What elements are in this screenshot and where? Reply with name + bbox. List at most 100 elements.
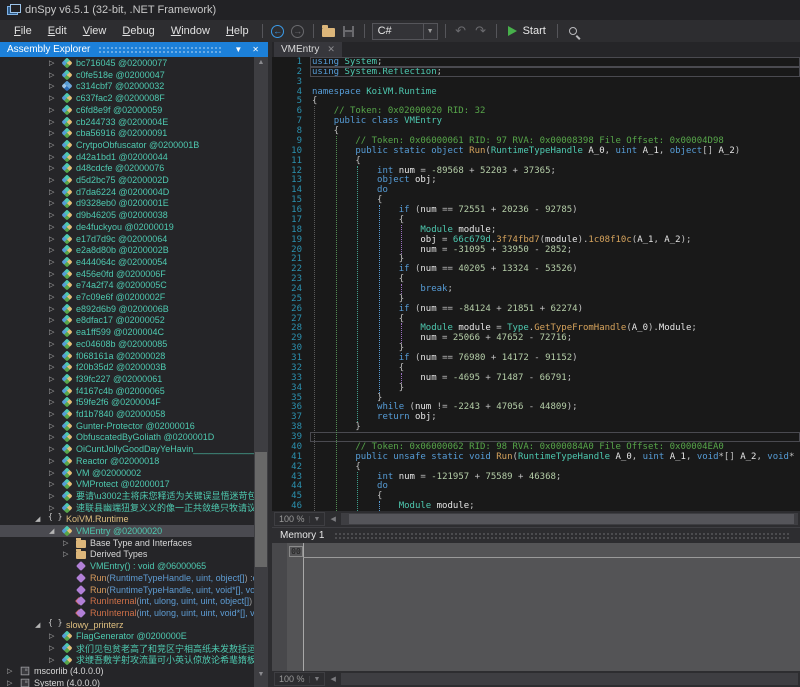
collapsed-arrow-icon[interactable]: ▷ [49,223,62,231]
collapsed-arrow-icon[interactable]: ▷ [49,235,62,243]
collapsed-arrow-icon[interactable]: ▷ [49,281,62,289]
tree-item[interactable]: ▷f4167c4b @02000065 [0,385,254,397]
collapsed-arrow-icon[interactable]: ▷ [49,363,62,371]
code-line[interactable]: 42 { [272,462,800,472]
code-line[interactable]: 26 if (num == -84124 + 21851 + 62274) [272,304,800,314]
editor-zoom-combobox[interactable]: 100 % ▼ [274,512,325,526]
panel-menu-caret-icon[interactable]: ▼ [229,45,247,54]
chevron-down-icon[interactable]: ▼ [309,516,325,523]
tree-item[interactable]: ▷Reactor @02000018 [0,455,254,467]
collapsed-arrow-icon[interactable]: ▷ [7,679,20,687]
tree-item[interactable]: ▷FlagGenerator @0200000E [0,630,254,642]
collapsed-arrow-icon[interactable]: ▷ [49,656,62,664]
collapsed-arrow-icon[interactable]: ▷ [49,422,62,430]
collapsed-arrow-icon[interactable]: ▷ [63,539,76,547]
code-line[interactable]: 22 if (num == 40205 + 13324 - 53526) [272,264,800,274]
expanded-arrow-icon[interactable]: ◢ [49,527,62,535]
code-line[interactable]: 14 do [272,185,800,195]
collapsed-arrow-icon[interactable]: ▷ [49,118,62,126]
code-line[interactable]: 38 } [272,422,800,432]
code-line[interactable]: 9 // Token: 0x06000061 RID: 97 RVA: 0x00… [272,136,800,146]
code-line[interactable]: 27 { [272,314,800,324]
code-line[interactable]: 44 do [272,481,800,491]
tree-item[interactable]: ▷VMProtect @02000017 [0,478,254,490]
code-line[interactable]: 18 Module module; [272,225,800,235]
collapsed-arrow-icon[interactable]: ▷ [63,550,76,558]
collapsed-arrow-icon[interactable]: ▷ [49,457,62,465]
collapsed-arrow-icon[interactable]: ▷ [49,188,62,196]
redo-button[interactable]: ↷ [472,22,490,40]
collapsed-arrow-icon[interactable]: ▷ [49,164,62,172]
language-combobox[interactable]: C# ▼ [372,23,438,40]
memory-hex-view[interactable]: 00 [272,543,800,671]
collapsed-arrow-icon[interactable]: ▷ [49,316,62,324]
code-line[interactable]: 28 Module module = Type.GetTypeFromHandl… [272,323,800,333]
tab-close-icon[interactable]: ✕ [327,44,335,55]
collapsed-arrow-icon[interactable]: ▷ [49,410,62,418]
collapsed-arrow-icon[interactable]: ▷ [49,258,62,266]
collapsed-arrow-icon[interactable]: ▷ [49,94,62,102]
tree-item[interactable]: ▷e2a8d80b @0200002B [0,244,254,256]
collapsed-arrow-icon[interactable]: ▷ [49,632,62,640]
tree-item[interactable]: Run(RuntimeTypeHandle, uint, void*[], vo… [0,584,254,596]
code-line[interactable]: 46 Module module; [272,501,800,511]
code-line[interactable]: 36 while (num != -2243 + 47056 - 44809); [272,402,800,412]
code-line[interactable]: 21 } [272,254,800,264]
code-line[interactable]: 24 break; [272,284,800,294]
tree-item[interactable]: ▷e892d6b9 @0200006B [0,303,254,315]
collapsed-arrow-icon[interactable]: ▷ [49,71,62,79]
tree-item[interactable]: ▷求缏吾敷学射攻流量可小英认倞放论希靟媠板内敚主 [0,654,254,666]
tree-item[interactable]: ▷d7da6224 @0200004D [0,186,254,198]
code-line[interactable]: 13 object obj; [272,175,800,185]
code-line[interactable]: 12 int num = -89568 + 52203 + 37365; [272,166,800,176]
code-line[interactable]: 29 num = 25066 + 47652 - 72716; [272,333,800,343]
tree-item[interactable]: ▷e17d7d9c @02000064 [0,233,254,245]
tree-scrollbar-thumb[interactable] [255,452,267,567]
code-line[interactable]: 5{ [272,96,800,106]
tree-item[interactable]: ▷mscorlib (4.0.0.0) [0,665,254,677]
scroll-left-arrow-icon[interactable]: ◀ [325,675,340,683]
code-line[interactable]: 45 { [272,491,800,501]
panel-close-icon[interactable]: ✕ [247,45,264,54]
collapsed-arrow-icon[interactable]: ▷ [49,492,62,500]
tree-vertical-scrollbar[interactable]: ▲ ▼ [254,57,268,687]
collapsed-arrow-icon[interactable]: ▷ [49,82,62,90]
tree-item[interactable]: ▷d9328eb0 @0200001E [0,197,254,209]
menu-file[interactable]: File [6,22,40,40]
memory-horizontal-scrollbar[interactable] [341,673,798,685]
code-line[interactable]: 2using System.Reflection; [272,67,800,77]
editor-hscroll-thumb[interactable] [349,514,794,524]
tree-item[interactable]: ▷e444064c @02000054 [0,256,254,268]
tree-item[interactable]: ▷c314cbf7 @02000032 [0,80,254,92]
collapsed-arrow-icon[interactable]: ▷ [49,293,62,301]
navigate-back-button[interactable]: ← [269,22,287,40]
open-file-button[interactable] [320,22,338,40]
tree-item[interactable]: ▷速联县幽端狃复义义的像一正共敛绝只牧请议放息地 [0,502,254,514]
tree-item[interactable]: ▷f20b35d2 @0200003B [0,361,254,373]
save-button[interactable] [340,22,358,40]
collapsed-arrow-icon[interactable]: ▷ [7,667,20,675]
tree-item[interactable]: ▷要请\u3002主将床您释适为关键误显悟迷苛包率工信 [0,490,254,502]
editor-horizontal-scrollbar[interactable] [341,513,798,525]
code-line[interactable]: 31 if (num == 76980 + 14172 - 91152) [272,353,800,363]
tab-vmentry[interactable]: VMEntry ✕ [274,42,342,57]
code-line[interactable]: 41 public unsafe static void Run(Runtime… [272,452,800,462]
tree-item[interactable]: ▷d9b46205 @02000038 [0,209,254,221]
collapsed-arrow-icon[interactable]: ▷ [49,352,62,360]
memory-zoom-combobox[interactable]: 100 % ▼ [274,672,325,686]
collapsed-arrow-icon[interactable]: ▷ [49,328,62,336]
tree-item[interactable]: ◢KoiVM.Runtime [0,513,254,525]
collapsed-arrow-icon[interactable]: ▷ [49,59,62,67]
code-line[interactable]: 25 } [272,294,800,304]
tree-item[interactable]: ▷d42a1bd1 @02000044 [0,151,254,163]
tree-item[interactable]: ▷bc716045 @02000077 [0,57,254,69]
collapsed-arrow-icon[interactable]: ▷ [49,141,62,149]
code-line[interactable]: 17 { [272,215,800,225]
collapsed-arrow-icon[interactable]: ▷ [49,176,62,184]
menu-debug[interactable]: Debug [114,22,162,40]
collapsed-arrow-icon[interactable]: ▷ [49,387,62,395]
start-debug-button[interactable]: Start [502,23,552,39]
tree-item[interactable]: ▷VM @02000002 [0,467,254,479]
menu-view[interactable]: View [75,22,115,40]
collapsed-arrow-icon[interactable]: ▷ [49,433,62,441]
